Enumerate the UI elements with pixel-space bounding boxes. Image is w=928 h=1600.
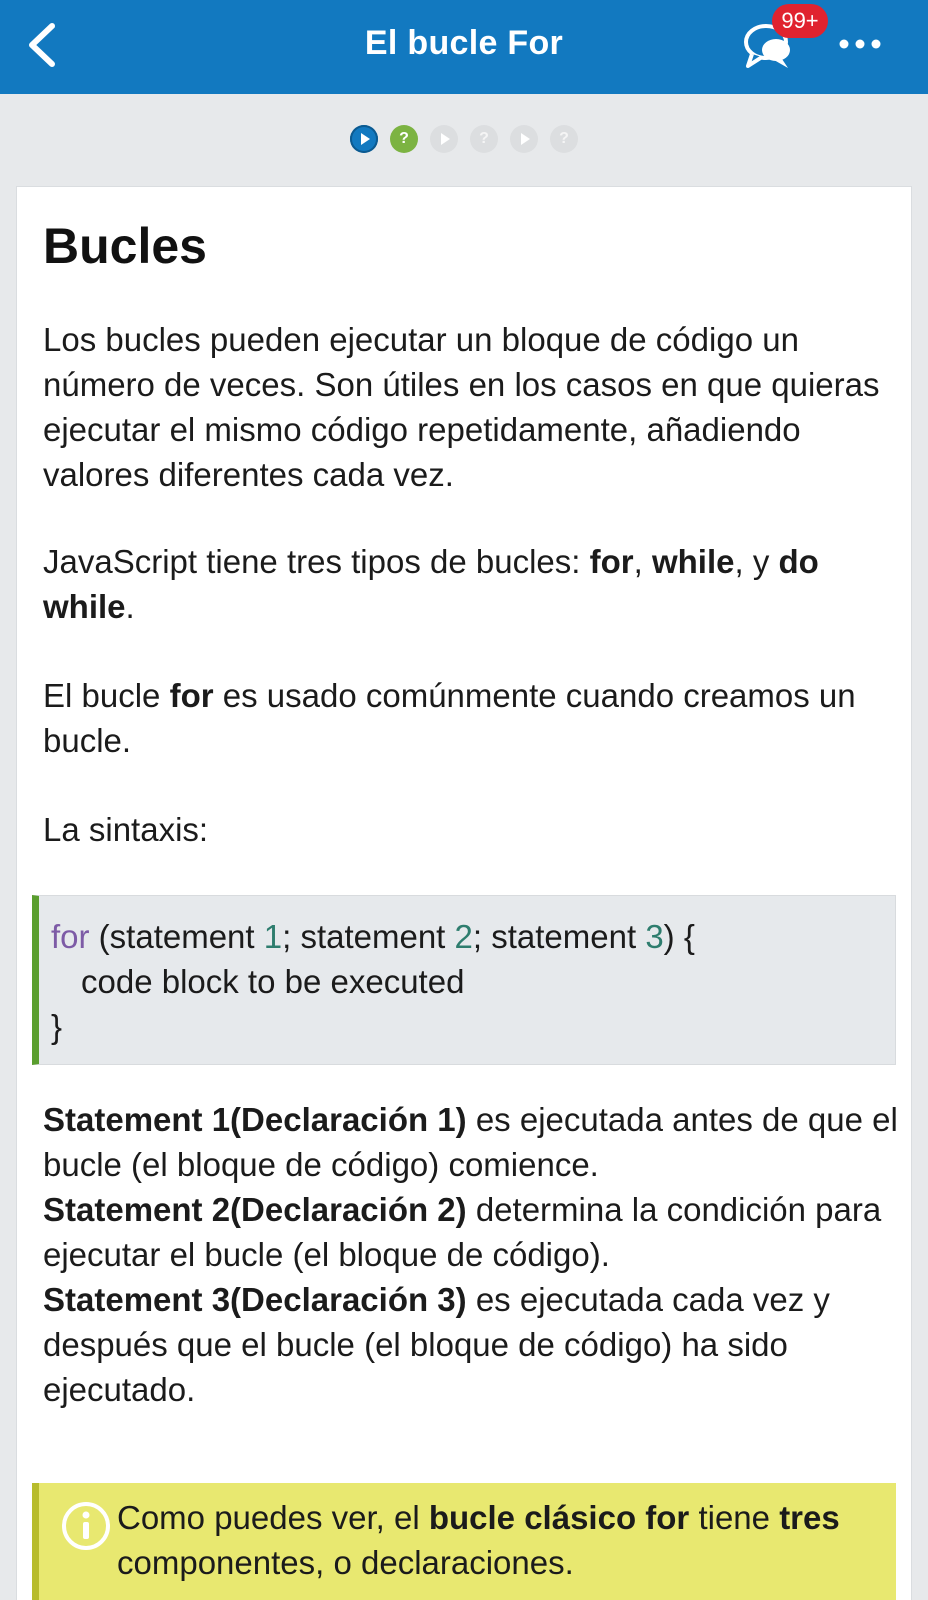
code-line: code block to be executed (81, 963, 465, 1000)
lesson-card: Bucles Los bucles pueden ejecutar un blo… (16, 186, 912, 1600)
question-icon: ? (399, 130, 409, 147)
top-app-bar: El bucle For 99+ (0, 0, 928, 94)
question-icon: ? (479, 130, 489, 147)
progress-step-quiz[interactable]: ? (470, 125, 498, 153)
statement-item: Statement 1(Declaración 1) es ejecutada … (43, 1101, 898, 1183)
code-line: for (statement 1; statement 2; statement… (51, 918, 695, 955)
more-dots-icon (839, 39, 881, 49)
statement-item: Statement 2(Declaración 2) determina la … (43, 1191, 882, 1273)
lesson-progress: ? ? ? (0, 125, 928, 155)
statements-paragraph: Statement 1(Declaración 1) es ejecutada … (43, 1097, 903, 1412)
progress-step-quiz[interactable]: ? (550, 125, 578, 153)
for-usage-paragraph: El bucle for es usado comúnmente cuando … (43, 677, 856, 759)
code-line: } (51, 1008, 63, 1045)
progress-step-quiz[interactable]: ? (390, 125, 418, 153)
info-note: Como puedes ver, el bucle clásico for ti… (32, 1483, 896, 1600)
more-options-button[interactable] (836, 34, 884, 54)
play-icon (521, 133, 530, 145)
syntax-label: La sintaxis: (43, 811, 209, 848)
lesson-heading: Bucles (43, 218, 207, 274)
code-block: for (statement 1; statement 2; statement… (32, 895, 896, 1065)
question-icon: ? (559, 130, 569, 147)
info-icon (62, 1502, 110, 1550)
statement-item: Statement 3(Declaración 3) es ejecutada … (43, 1281, 830, 1408)
progress-step-lesson[interactable] (350, 125, 378, 153)
intro-paragraph: Los bucles pueden ejecutar un bloque de … (43, 321, 880, 493)
notification-badge: 99+ (772, 4, 828, 38)
play-icon (361, 133, 370, 145)
loop-types-paragraph: JavaScript tiene tres tipos de bucles: f… (43, 543, 819, 625)
progress-step-lesson[interactable] (510, 125, 538, 153)
play-icon (441, 133, 450, 145)
info-note-text: Como puedes ver, el bucle clásico for ti… (117, 1499, 840, 1581)
progress-step-lesson[interactable] (430, 125, 458, 153)
